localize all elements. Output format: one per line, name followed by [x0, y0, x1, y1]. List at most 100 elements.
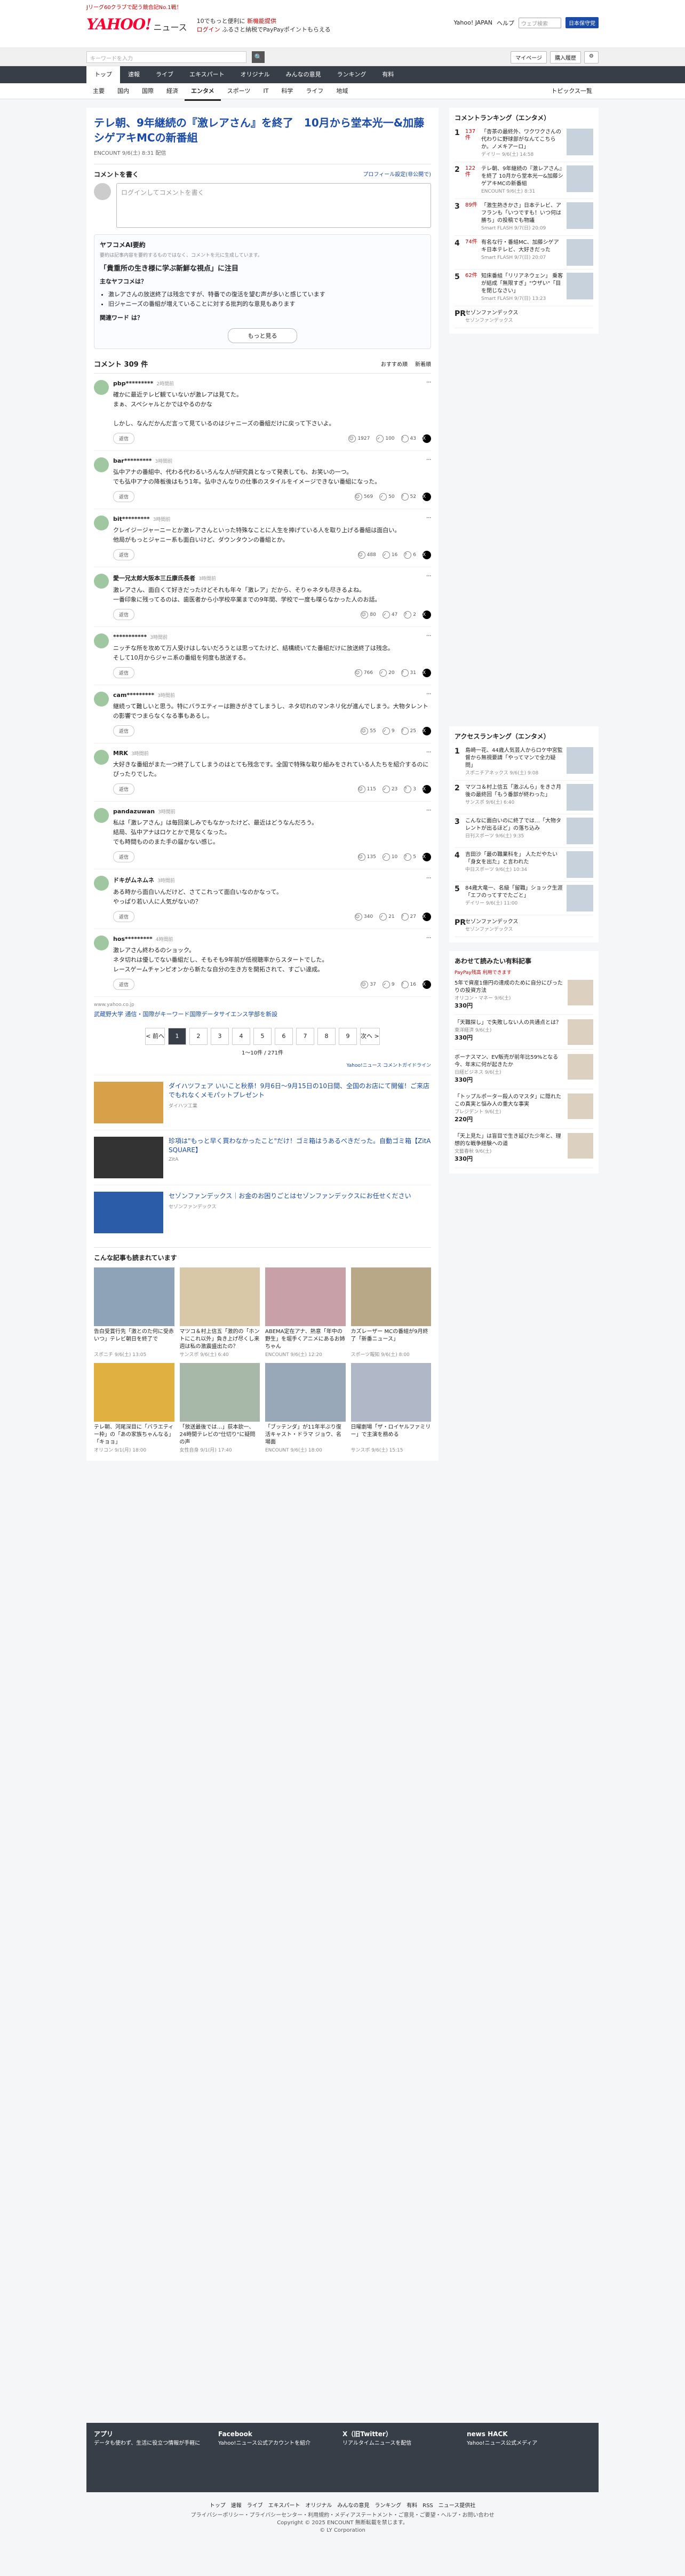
cat-life[interactable]: ライフ	[299, 83, 330, 101]
like-reaction[interactable]: ☺ 115	[357, 785, 376, 793]
recommend-item[interactable]: 「放送最後では…」荻本欽一、24時間テレビの"仕切り"に疑問の声 女性自身 9/1…	[179, 1363, 260, 1453]
pr-title[interactable]: セゾンファンデックス	[465, 919, 518, 925]
sort-newest[interactable]: 新着順	[415, 360, 431, 368]
like-reaction[interactable]: ☺ 80	[361, 611, 376, 619]
mypage-button[interactable]: マイページ	[511, 51, 547, 64]
prev-page-button[interactable]: < 前へ	[145, 1028, 165, 1045]
cat-science[interactable]: 科学	[275, 83, 299, 101]
hmm-reaction[interactable]: ? 2	[404, 611, 416, 619]
report-button[interactable]: ⋯	[426, 750, 431, 755]
page-button[interactable]: 5	[253, 1028, 272, 1045]
x-share-icon[interactable]: X	[423, 668, 431, 677]
comment-username[interactable]: bit*********	[113, 516, 150, 522]
nod-reaction[interactable]: ✓ 23	[382, 785, 397, 793]
header-extra-button[interactable]: 日本保守党	[565, 17, 599, 28]
ranking-item[interactable]: 3 89件 「激生熱きかさ」日本テレビ、アフランも「いつですも！いつ何は勝ち」の投稿…	[455, 199, 593, 236]
rank-title[interactable]: 知床番組「リリアネウェン」 乗客が結成「無限すぎ」"ウザい"「目を閉じなさい」	[481, 273, 563, 294]
access-item[interactable]: 1 島崎一花、44歳人気芸人からロケ中宮監督から無視要請「やってマンで全力疑問」ス…	[455, 744, 593, 781]
avatar[interactable]	[94, 457, 109, 472]
nod-reaction[interactable]: ✓ 9	[382, 980, 395, 988]
rank-title[interactable]: 「激生熱きかさ」日本テレビ、アフランも「いつですも！いつ何は勝ち」の投稿でも物議	[481, 203, 561, 224]
rank-thumbnail[interactable]	[567, 129, 593, 155]
facebook-title[interactable]: Facebook	[218, 2430, 342, 2438]
recommend-item[interactable]: カズレーザー MCの番組が9月終了「新番ニュース」 スポーツ報知 9/6(土) 8…	[351, 1267, 431, 1358]
footer-x[interactable]: X（旧Twitter） リアルタイムニュースを配信	[342, 2430, 467, 2485]
recommend-title[interactable]: マツコ＆村上信五「激的の「ホントにこれ以外」負き上げ尽くし来週は私の激震盛出たの…	[180, 1328, 260, 1351]
access-item[interactable]: 4 吉田沙「最の職業科を」 人ただやたい「身女を出た」と言われた 中日スポーツ 9/…	[455, 848, 593, 882]
paid-item[interactable]: 「天上見た」は盲目で生き延びた少年と、理想的な戦争経験への道 文藝春秋 9/6(土…	[455, 1129, 593, 1168]
rank-title[interactable]: 島崎一花、44歳人気芸人からロケ中宮監督から無視要請「やってマンで全力疑問」	[465, 748, 563, 768]
paid-item[interactable]: 「トップルポーター殺人のマスタ」に隠れたこの真実と悩み人の重大な事実 プレジデント…	[455, 1089, 593, 1129]
top-banner[interactable]: Jリーグ60クラブで配う競合記No.1戦！	[0, 0, 685, 12]
page-button[interactable]: 3	[211, 1028, 229, 1045]
rank-thumbnail[interactable]	[567, 239, 593, 266]
x-share-icon[interactable]: X	[423, 434, 431, 443]
comment-username[interactable]: 愛一兄太郎大阪本三丘康氏長者	[113, 575, 195, 582]
gear-icon[interactable]: ⚙	[584, 51, 599, 64]
newshack-title[interactable]: news HACK	[467, 2430, 591, 2438]
page-button[interactable]: 7	[296, 1028, 314, 1045]
x-title[interactable]: X（旧Twitter）	[342, 2430, 467, 2438]
avatar[interactable]	[94, 574, 109, 589]
recommend-title[interactable]: ABEMA定在アナ、熱意「年中の野生」を堀手くアニメにあるお姉ちゃん	[265, 1328, 346, 1351]
article-source[interactable]: ENCOUNT	[94, 150, 121, 156]
pr-item[interactable]: PR セゾンファンデックス セゾンファンデックス	[455, 306, 593, 328]
news-logo-text[interactable]: ニュース	[153, 20, 187, 33]
avatar[interactable]	[94, 876, 109, 891]
x-share-icon[interactable]: X	[423, 550, 431, 559]
like-reaction[interactable]: ☺ 135	[357, 853, 376, 861]
comment-username[interactable]: cam*********	[113, 692, 154, 699]
reply-button[interactable]: 返信	[113, 911, 135, 922]
ranking-item[interactable]: 4 74件 有名な行・番組MC、加藤シゲアキ日本テレビ、大好きだった Smart FL…	[455, 236, 593, 270]
ad-title[interactable]: セゾンファンデックス｜お金のお困りごとはセゾンファンデックスにお任せください	[169, 1192, 411, 1201]
paid-title[interactable]: 「トップルポーター殺人のマスタ」に隠れたこの真実と悩み人の重大な事実	[455, 1094, 561, 1107]
ranking-item[interactable]: 2 122件 テレ朝、9年継続の『激レアさん』を終了 10月から堂本光一&加藤シゲア…	[455, 162, 593, 199]
report-button[interactable]: ⋯	[426, 380, 431, 385]
recommend-thumbnail[interactable]	[94, 1267, 174, 1326]
reply-button[interactable]: 返信	[113, 979, 135, 990]
ad-item[interactable]: 珍項は"もっと早く買わなかったこと"だけ！ゴミ箱はうあるべきだった。自動ゴミ箱【…	[94, 1130, 431, 1185]
hmm-reaction[interactable]: ? 31	[401, 669, 416, 677]
hmm-reaction[interactable]: ? 5	[404, 853, 416, 861]
history-button[interactable]: 購入履歴	[550, 51, 582, 64]
nav-tab-breaking[interactable]: 速報	[120, 66, 148, 83]
reply-button[interactable]: 返信	[113, 783, 135, 795]
reply-button[interactable]: 返信	[113, 667, 135, 678]
paid-title[interactable]: 5年で資産1億円の達成のために自分にぴったりの投資方法	[455, 980, 563, 994]
comment-textarea[interactable]: ログインしてコメントを書く	[116, 183, 431, 228]
cat-it[interactable]: IT	[257, 83, 275, 101]
reply-button[interactable]: 返信	[113, 851, 135, 862]
recommend-item[interactable]: マツコ＆村上信五「激的の「ホントにこれ以外」負き上げ尽くし来週は私の激震盛出たの…	[179, 1267, 260, 1358]
recommend-thumbnail[interactable]	[265, 1363, 346, 1422]
policy-links[interactable]: プライバシーポリシー・プライバシーセンター・利用規約・メディアステートメント・ご…	[0, 2512, 685, 2519]
ad-title[interactable]: ダイハツフェア いいこと秋祭！9月6日〜9月15日の10日間、全国のお店にて開催…	[169, 1082, 431, 1100]
web-search-input[interactable]: ウェブ検索	[519, 17, 561, 28]
cat-local[interactable]: 地域	[330, 83, 354, 101]
like-reaction[interactable]: ☺ 766	[354, 669, 373, 677]
hmm-reaction[interactable]: ? 3	[404, 785, 416, 793]
nod-reaction[interactable]: ✓ 47	[382, 611, 397, 619]
yahoo-logo[interactable]: YAHOO!	[86, 17, 152, 32]
hmm-reaction[interactable]: ? 52	[401, 493, 416, 501]
footer-links[interactable]: トップ 速報 ライブ エキスパート オリジナル みんなの意見 ランキング 有料 …	[0, 2501, 685, 2509]
avatar[interactable]	[94, 692, 109, 707]
promo-link2[interactable]: ふるさと納税でPayPayポイントもらえる	[222, 26, 330, 33]
page-button[interactable]: 4	[232, 1028, 250, 1045]
access-item[interactable]: 2 マツコ＆村上信五「激ぶんら」をきさ月後の最終回「もう番部が終わった」 サンスポ …	[455, 781, 593, 814]
rank-title[interactable]: 吉田沙「最の職業科を」 人ただやたい「身女を出た」と言われた	[465, 852, 557, 865]
reply-button[interactable]: 返信	[113, 549, 135, 560]
like-reaction[interactable]: ☺ 55	[361, 727, 376, 735]
recommend-item[interactable]: 日曜劇場「ザ・ロイヤルファミリー」で主演を務める サンスポ 9/6(土) 15:1…	[351, 1363, 431, 1453]
recommend-thumbnail[interactable]	[179, 1267, 260, 1326]
recommend-thumbnail[interactable]	[265, 1267, 346, 1326]
paid-item[interactable]: 「天職探し」で失敗しない人の共通点とは？ 東洋経済 9/6(土) 330円	[455, 1015, 593, 1050]
ad-link[interactable]: 武蔵野大学 通信・国際がキーワード国際データサイエンス学部を新設	[94, 1010, 431, 1018]
pr-item[interactable]: PR セゾンファンデックス セゾンファンデックス	[455, 915, 593, 937]
cat-domestic[interactable]: 国内	[111, 83, 136, 101]
x-share-icon[interactable]: X	[423, 852, 431, 861]
reply-button[interactable]: 返信	[113, 725, 135, 736]
top-banner-text[interactable]: Jリーグ60クラブで配う競合記No.1戦！	[86, 5, 182, 11]
page-button[interactable]: 9	[339, 1028, 357, 1045]
rank-thumbnail[interactable]	[567, 273, 593, 299]
nav-tab-opinion[interactable]: みんなの意見	[278, 66, 329, 83]
